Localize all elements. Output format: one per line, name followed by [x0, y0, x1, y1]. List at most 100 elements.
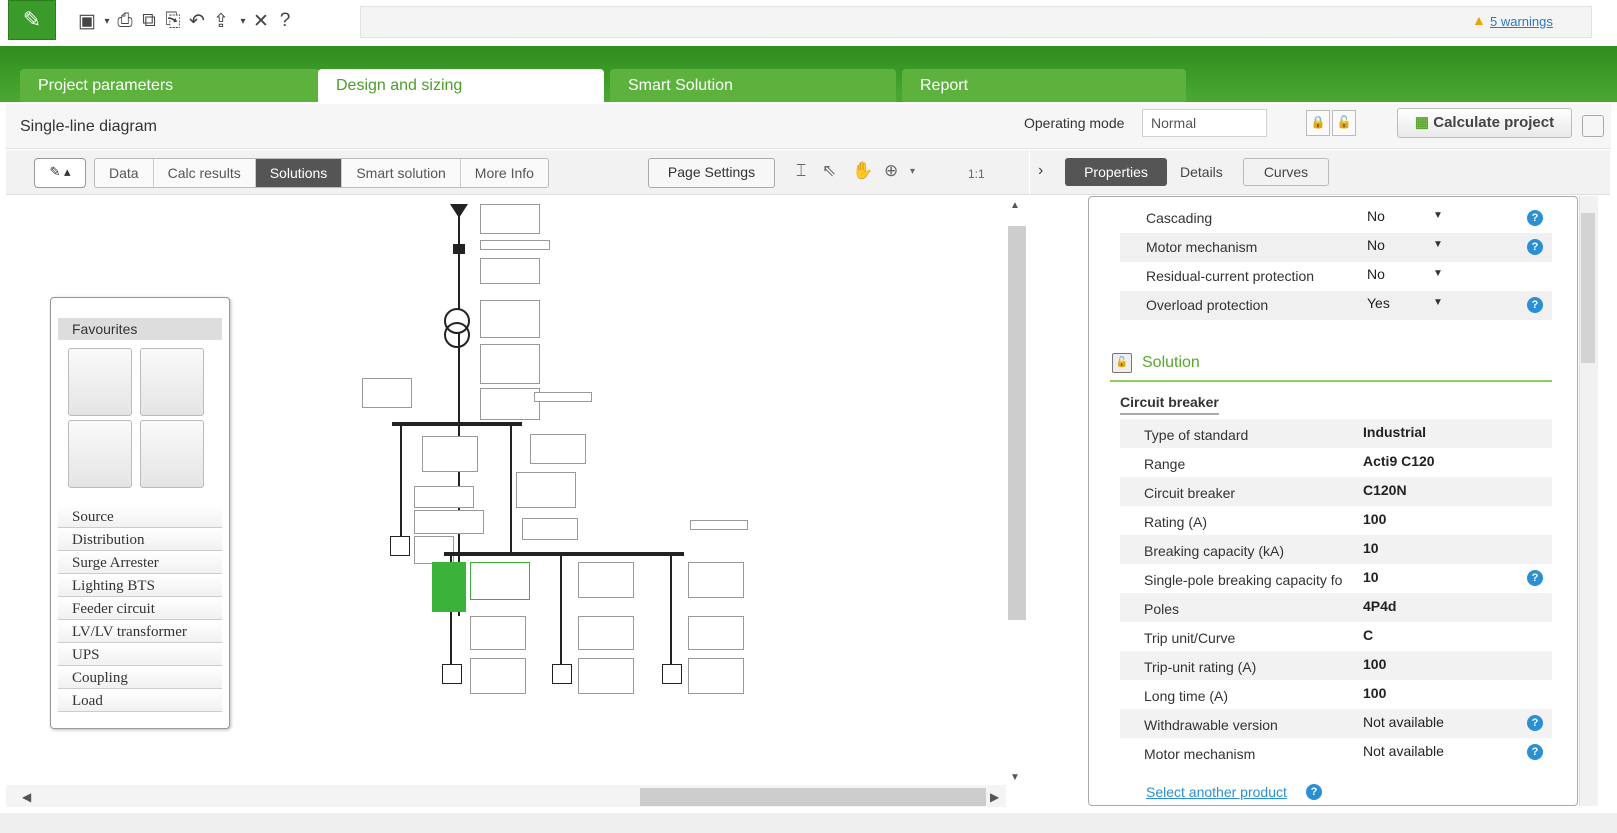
- tab-design-and-sizing[interactable]: Design and sizing: [318, 69, 604, 102]
- paste-icon[interactable]: ⎘: [162, 10, 184, 32]
- lock-icon[interactable]: 🔒: [1306, 110, 1330, 136]
- view-calc-results-button[interactable]: Calc results: [154, 159, 256, 187]
- property-row[interactable]: Residual-current protection No ▼: [1120, 262, 1552, 291]
- dropdown-arrow-icon[interactable]: ▼: [1433, 210, 1443, 221]
- view-smart-solution-button[interactable]: Smart solution: [342, 159, 461, 187]
- dropdown-arrow-icon[interactable]: ▼: [1433, 297, 1443, 308]
- export-icon[interactable]: ⇪: [210, 10, 232, 33]
- lv-cable-box[interactable]: [480, 344, 540, 384]
- help-icon[interactable]: ?: [1306, 784, 1322, 800]
- selected-breaker-box[interactable]: [470, 562, 530, 600]
- load-info-box[interactable]: [414, 510, 484, 534]
- feeder-cable-box[interactable]: [578, 616, 634, 650]
- feeder-breaker-box[interactable]: [688, 562, 744, 598]
- load-info-box[interactable]: [578, 658, 634, 694]
- mv-source-icon[interactable]: [450, 204, 468, 218]
- feeder-cable-box[interactable]: [470, 616, 526, 650]
- switch-info-box[interactable]: [522, 518, 578, 540]
- palette-category-feeder-circuit[interactable]: Feeder circuit: [58, 598, 222, 620]
- collapse-panel-button[interactable]: [1582, 115, 1604, 137]
- tab-properties[interactable]: Properties: [1065, 158, 1167, 186]
- favourite-load-icon[interactable]: [140, 420, 204, 488]
- favourite-busbar-icon[interactable]: [140, 348, 204, 416]
- load-icon[interactable]: [442, 664, 462, 684]
- scroll-down-icon[interactable]: ▼: [1010, 772, 1020, 783]
- property-value[interactable]: Yes: [1367, 295, 1390, 311]
- tab-curves[interactable]: Curves: [1243, 158, 1329, 186]
- unlock-icon[interactable]: 🔓: [1112, 353, 1132, 373]
- operating-mode-select[interactable]: Normal: [1142, 109, 1267, 137]
- help-icon[interactable]: ?: [1527, 297, 1543, 313]
- load-icon[interactable]: [662, 664, 682, 684]
- favourite-source-icon[interactable]: [68, 348, 132, 416]
- palette-category-lighting-bts[interactable]: Lighting BTS: [58, 575, 222, 597]
- dropdown-arrow-icon[interactable]: ▼: [1433, 239, 1443, 250]
- scroll-right-icon[interactable]: ▶: [990, 790, 999, 804]
- help-icon[interactable]: ?: [1527, 570, 1543, 586]
- warnings-link[interactable]: 5 warnings: [1490, 14, 1553, 29]
- load-icon[interactable]: [552, 664, 572, 684]
- palette-category-coupling[interactable]: Coupling: [58, 667, 222, 689]
- page-settings-button[interactable]: Page Settings: [648, 158, 775, 188]
- tab-project-parameters[interactable]: Project parameters: [20, 69, 320, 102]
- palette-category-ups[interactable]: UPS: [58, 644, 222, 666]
- feeder-breaker-box[interactable]: [578, 562, 634, 598]
- view-data-button[interactable]: Data: [95, 159, 154, 187]
- unlock-icon[interactable]: 🔓: [1332, 110, 1356, 136]
- palette-category-source[interactable]: Source: [58, 506, 222, 528]
- help-icon[interactable]: ?: [1527, 744, 1543, 760]
- load-info-box[interactable]: [414, 536, 454, 564]
- load-icon[interactable]: [390, 536, 410, 556]
- property-value[interactable]: No: [1367, 208, 1385, 224]
- selected-breaker-highlight[interactable]: [432, 562, 466, 612]
- busbar-label-box[interactable]: [534, 392, 592, 402]
- properties-scroll-thumb[interactable]: [1581, 213, 1595, 363]
- property-row[interactable]: Cascading No ▼ ?: [1120, 204, 1552, 233]
- secondary-busbar[interactable]: [444, 552, 684, 556]
- help-icon[interactable]: ?: [1527, 239, 1543, 255]
- tab-smart-solution[interactable]: Smart Solution: [610, 69, 896, 102]
- diagram-horizontal-scroll-thumb[interactable]: [640, 788, 986, 806]
- edit-mode-button[interactable]: ✎ ▴: [34, 158, 86, 188]
- feeder-cable-box[interactable]: [688, 616, 744, 650]
- undo-icon[interactable]: ↶: [186, 10, 208, 33]
- help-icon[interactable]: ?: [274, 10, 296, 32]
- view-more-info-button[interactable]: More Info: [461, 159, 548, 187]
- dropdown-arrow-icon[interactable]: ▼: [1433, 268, 1443, 279]
- property-value[interactable]: No: [1367, 237, 1385, 253]
- busbar-label-box[interactable]: [690, 520, 748, 530]
- property-row[interactable]: Motor mechanism No ▼ ?: [1120, 233, 1552, 262]
- chevron-right-icon[interactable]: ›: [1038, 162, 1043, 180]
- copy-icon[interactable]: ⧉: [138, 10, 160, 32]
- diagram-vertical-scroll-thumb[interactable]: [1008, 226, 1026, 620]
- palette-category-load[interactable]: Load: [58, 690, 222, 712]
- load-info-box[interactable]: [470, 658, 526, 694]
- source-info-box[interactable]: [480, 204, 540, 234]
- palette-category-distribution[interactable]: Distribution: [58, 529, 222, 551]
- palette-category-surge-arrester[interactable]: Surge Arrester: [58, 552, 222, 574]
- view-solutions-button[interactable]: Solutions: [255, 159, 343, 187]
- print-icon[interactable]: ⎙: [114, 10, 136, 32]
- help-icon[interactable]: ?: [1527, 715, 1543, 731]
- main-breaker-box[interactable]: [480, 388, 540, 420]
- load-info-box[interactable]: [688, 658, 744, 694]
- mv-cable-box[interactable]: [480, 258, 540, 284]
- calculate-project-button[interactable]: ▦ Calculate project: [1397, 108, 1572, 138]
- text-cursor-icon[interactable]: ⌶: [796, 161, 806, 181]
- palette-category-lv-lv-transformer[interactable]: LV/LV transformer: [58, 621, 222, 643]
- feeder-cable-box[interactable]: [516, 472, 576, 508]
- property-row[interactable]: Overload protection Yes ▼ ?: [1120, 291, 1552, 320]
- scroll-left-icon[interactable]: ◀: [22, 790, 31, 804]
- chevron-down-icon[interactable]: ▾: [910, 166, 915, 177]
- feeder-breaker-box[interactable]: [530, 434, 586, 464]
- transformer-info-box[interactable]: [480, 300, 540, 338]
- property-value[interactable]: No: [1367, 266, 1385, 282]
- main-busbar[interactable]: [392, 422, 522, 426]
- favourite-feeder-icon[interactable]: [68, 420, 132, 488]
- select-another-product-link[interactable]: Select another product: [1146, 784, 1287, 800]
- mv-breaker-box[interactable]: [480, 240, 550, 250]
- zoom-icon[interactable]: ⊕: [884, 161, 898, 181]
- pan-hand-icon[interactable]: ✋: [852, 161, 873, 181]
- tab-details[interactable]: Details: [1180, 164, 1223, 180]
- feeder-cable-box[interactable]: [414, 486, 474, 508]
